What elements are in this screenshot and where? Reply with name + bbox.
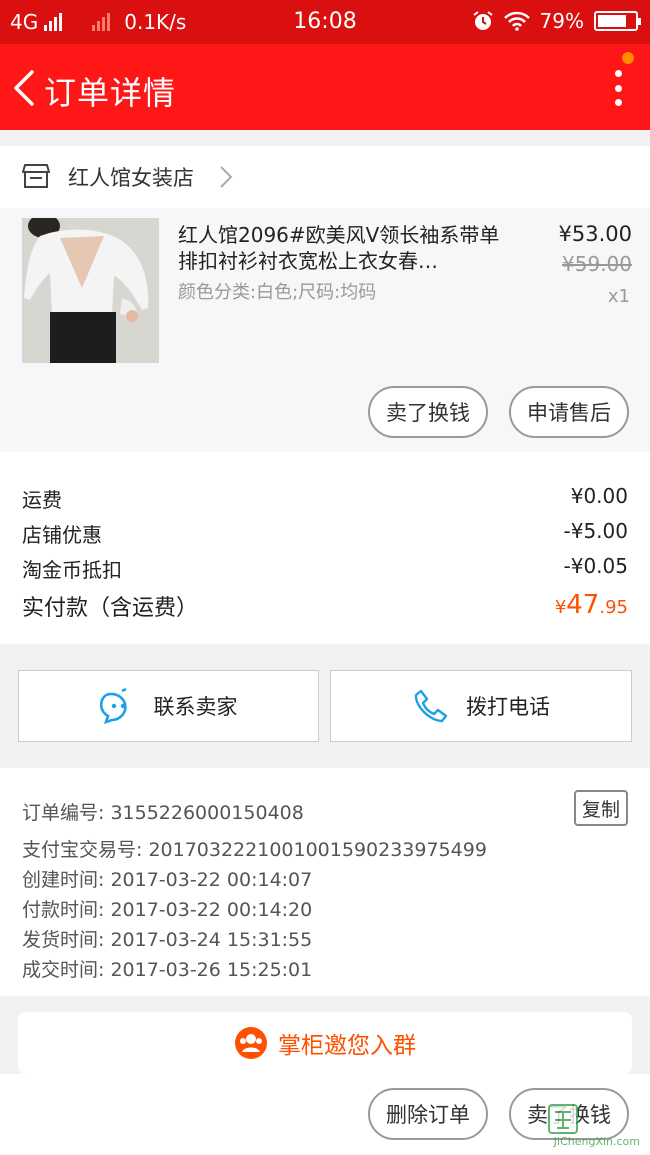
sell-for-cash-button[interactable]: 卖了换钱 [368, 386, 488, 438]
product-item[interactable]: 红人馆2096#欧美风V领长袖系带单排扣衬衫衬衣宽松上衣女春… 颜色分类:白色;… [0, 208, 650, 452]
alarm-icon [472, 11, 493, 30]
fee-row-shop-discount: 店铺优惠 -¥5.00 [22, 519, 628, 548]
product-quantity: x1 [607, 286, 630, 307]
group-icon [235, 1027, 267, 1059]
join-group-banner[interactable]: 掌柜邀您入群 [18, 1012, 632, 1074]
fee-label: 店铺优惠 [22, 523, 102, 547]
contact-seller-label: 联系卖家 [153, 695, 238, 719]
chevron-right-icon [220, 166, 233, 188]
contact-seller-button[interactable]: 联系卖家 [18, 670, 319, 742]
created-time: 创建时间: 2017-03-22 00:14:07 [22, 869, 313, 891]
fee-row-shipping: 运费 ¥0.00 [22, 484, 628, 513]
contact-bar: 联系卖家 拨打电话 [0, 662, 650, 750]
total-label: 实付款（含运费） [22, 596, 199, 621]
shop-name: 红人馆女装店 [68, 166, 194, 190]
page-title: 订单详情 [44, 74, 177, 112]
status-bar: 4G 0.1K/s 16:08 79% [0, 0, 650, 44]
fee-label: 运费 [22, 488, 62, 512]
notification-dot [622, 52, 634, 64]
copy-button[interactable]: 复制 [574, 790, 628, 826]
alipay-transaction-number: 支付宝交易号: 2017032221001001590233975499 [22, 839, 487, 861]
battery-percent: 79% [539, 9, 584, 33]
fee-value: -¥5.00 [563, 519, 628, 543]
after-sales-button[interactable]: 申请售后 [509, 386, 629, 438]
order-number: 订单编号: 3155226000150408 [22, 802, 304, 824]
fee-summary: 运费 ¥0.00 店铺优惠 -¥5.00 淘金币抵扣 -¥0.05 实付款（含运… [0, 452, 650, 644]
product-price: ¥53.00 [558, 222, 632, 246]
chat-icon [99, 688, 127, 724]
wifi-icon [503, 11, 530, 31]
call-phone-label: 拨打电话 [466, 695, 550, 719]
order-info: 订单编号: 3155226000150408 支付宝交易号: 201703222… [0, 768, 650, 996]
shipped-time: 发货时间: 2017-03-24 15:31:55 [22, 929, 313, 951]
fee-value: ¥0.00 [570, 484, 628, 508]
fee-row-coin-deduction: 淘金币抵扣 -¥0.05 [22, 554, 628, 583]
total-row: 实付款（含运费） ¥47.95 [22, 590, 628, 622]
back-arrow-icon[interactable] [10, 68, 40, 108]
total-currency: ¥ [554, 597, 567, 618]
more-menu-icon[interactable] [612, 70, 624, 106]
product-title: 红人馆2096#欧美风V领长袖系带单排扣衬衫衬衣宽松上衣女春… [178, 223, 500, 273]
total-integer: 47 [566, 590, 600, 620]
total-value: ¥47.95 [555, 590, 628, 622]
watermark-logo: JiChengXin.com [518, 1102, 646, 1150]
fee-value: -¥0.05 [563, 554, 628, 578]
product-spec: 颜色分类:白色;尺码:均码 [178, 282, 377, 303]
product-thumbnail[interactable] [22, 218, 159, 363]
watermark-text: JiChengXin.com [553, 1135, 640, 1148]
shop-row[interactable]: 红人馆女装店 [0, 146, 650, 208]
phone-icon [414, 689, 448, 723]
completed-time: 成交时间: 2017-03-26 15:25:01 [22, 959, 313, 981]
battery-icon [594, 11, 641, 31]
join-group-label: 掌柜邀您入群 [278, 1033, 416, 1059]
product-original-price: ¥59.00 [562, 252, 632, 276]
fee-label: 淘金币抵扣 [22, 558, 122, 582]
delete-order-button[interactable]: 删除订单 [368, 1088, 488, 1140]
paid-time: 付款时间: 2017-03-22 00:14:20 [22, 899, 313, 921]
store-icon [22, 164, 50, 188]
total-decimal: .95 [599, 597, 628, 618]
nav-bar: 订单详情 [0, 44, 650, 130]
call-phone-button[interactable]: 拨打电话 [330, 670, 632, 742]
